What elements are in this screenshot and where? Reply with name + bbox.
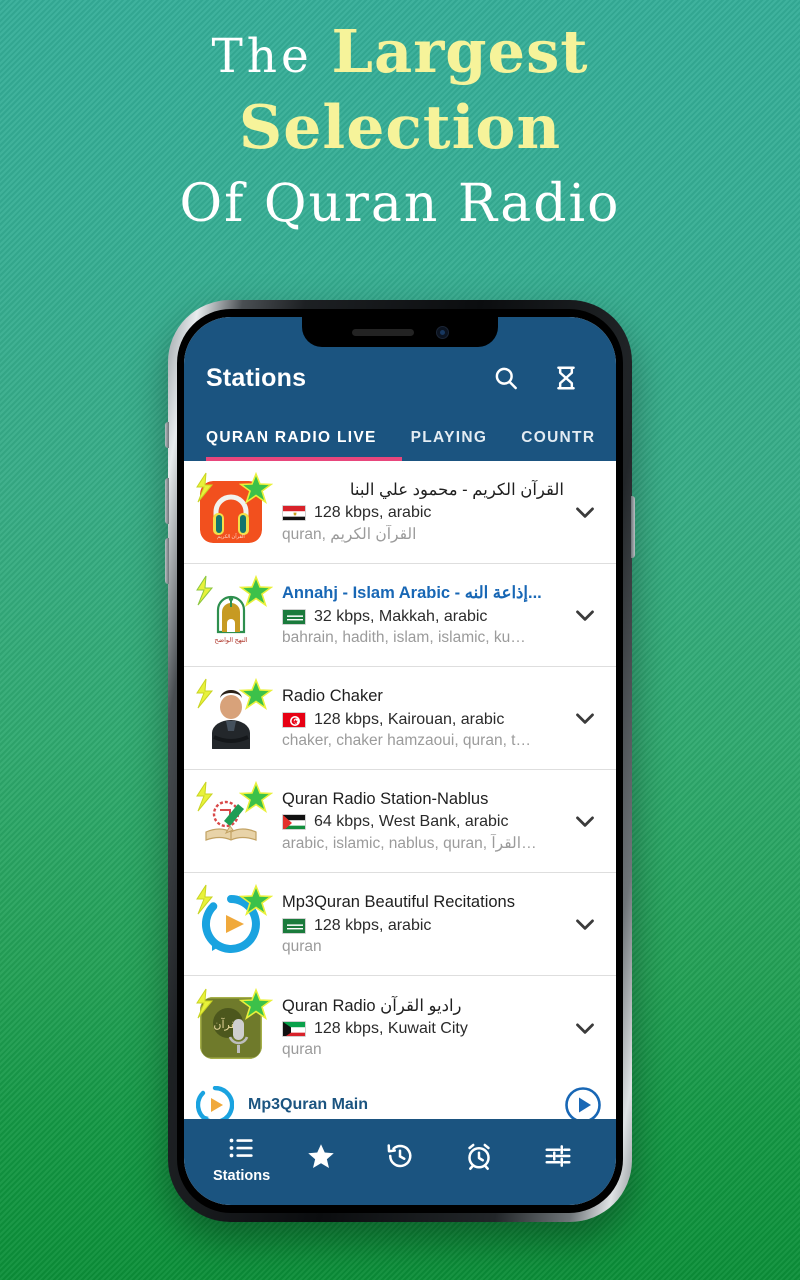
chevron-down-icon[interactable] [570, 703, 600, 733]
station-tags: arabic, islamic, nablus, quran, القرآ… [282, 835, 537, 853]
star-badge-icon [239, 471, 273, 504]
station-thumbnail: النهج الواضح [194, 574, 273, 654]
flag-icon-ps [282, 814, 306, 831]
station-bitrate-location: 128 kbps, arabic [314, 504, 432, 522]
table-row[interactable]: النهج الواضح Annahj - Islam Arabic - إذا… [184, 564, 616, 667]
station-title: Annahj - Islam Arabic - إذاعة النه... [282, 584, 542, 603]
star-icon [308, 1143, 334, 1168]
station-bitrate-location: 128 kbps, Kuwait City [314, 1020, 468, 1038]
chevron-down-icon[interactable] [570, 806, 600, 836]
history-icon [387, 1143, 412, 1167]
tab-bar: QURAN RADIO LIVE PLAYING COUNTRIES [206, 409, 594, 461]
lightning-bolt-badge-icon [196, 988, 214, 1018]
equalizer-icon [545, 1144, 571, 1167]
list-icon [229, 1138, 253, 1157]
tab-playing[interactable]: PLAYING [411, 429, 488, 461]
station-title: Mp3Quran Beautiful Recitations [282, 893, 515, 912]
bottom-navigation: Stations Favorites History [184, 1119, 616, 1205]
station-list: القرآن الكريم القرآن الكريم - محمود علي … [184, 461, 616, 1119]
chevron-down-icon[interactable] [570, 909, 600, 939]
svg-text:القرآن الكريم: القرآن الكريم [217, 533, 245, 540]
svg-text:النهج الواضح: النهج الواضح [214, 636, 247, 644]
station-tags: quran, القرآن الكريم [282, 526, 417, 544]
earpiece-speaker [351, 328, 414, 336]
app-logo-play-icon [196, 1086, 234, 1119]
promo-headline: The Largest Selection Of Quran Radio [0, 22, 800, 230]
station-tags: bahrain, hadith, islam, islamic, ku… [282, 628, 526, 646]
chevron-down-icon[interactable] [570, 1013, 600, 1043]
flag-icon-eg [282, 505, 306, 522]
nav-item-stations[interactable]: Stations [202, 1133, 281, 1184]
station-thumbnail [194, 677, 273, 757]
star-badge-icon [239, 677, 273, 710]
hourglass-icon[interactable] [552, 364, 580, 392]
station-thumbnail [194, 780, 273, 860]
alarm-icon [468, 1143, 490, 1170]
table-row[interactable]: Quran Radio Station-Nablus 64 kbps, West… [184, 770, 616, 873]
nav-item-history[interactable]: History [360, 1141, 439, 1176]
now-playing-bar[interactable]: Mp3Quran Main [184, 1079, 616, 1119]
lightning-bolt-badge-icon [196, 678, 214, 709]
station-title: Quran Radio راديو القرآن [282, 996, 462, 1015]
chevron-down-icon[interactable] [570, 600, 600, 630]
station-bitrate-location: 128 kbps, Kairouan, arabic [314, 710, 505, 728]
table-row[interactable]: Mp3Quran Beautiful Recitations 128 kbps,… [184, 873, 616, 976]
flag-icon-sa [282, 608, 306, 625]
search-icon[interactable] [492, 364, 520, 392]
station-thumbnail [194, 883, 273, 963]
lightning-bolt-badge-icon [196, 575, 214, 606]
station-thumbnail: القرآن [194, 987, 273, 1067]
flag-icon-kw [282, 1021, 306, 1038]
star-badge-icon [239, 574, 273, 607]
nav-item-favorites[interactable]: Favorites [281, 1141, 360, 1176]
nav-item-alarm[interactable]: Alarm [440, 1141, 519, 1176]
flag-icon-tn [282, 711, 306, 728]
phone-screen: Stations QURAN RADIO LIVE PLAYING COUNTR… [184, 317, 616, 1205]
headline-line1-largest: Largest [331, 17, 589, 86]
lightning-bolt-badge-icon [196, 781, 214, 812]
phone-volume-up-button [165, 478, 169, 524]
nav-item-equalizer[interactable]: Equalizer [519, 1141, 598, 1176]
station-tags: quran [282, 1041, 322, 1059]
phone-bezel: Stations QURAN RADIO LIVE PLAYING COUNTR… [177, 309, 623, 1213]
phone-mute-switch [165, 422, 169, 448]
headline-line2: Selection [238, 93, 562, 163]
table-row[interactable]: القرآن الكريم القرآن الكريم - محمود علي … [184, 461, 616, 564]
phone-notch [302, 317, 498, 347]
star-badge-icon [239, 883, 273, 916]
headline-line3: Of Quran Radio [179, 174, 621, 234]
station-tags: chaker, chaker hamzaoui, quran, t… [282, 731, 531, 749]
headline-line1-the: The [211, 29, 313, 84]
tab-countries[interactable]: COUNTRIES [521, 429, 594, 461]
table-row[interactable]: القرآن Quran Radio راديو القرآن 128 kbps… [184, 976, 616, 1079]
station-title: القرآن الكريم - محمود علي البنا [349, 480, 564, 499]
station-bitrate-location: 64 kbps, West Bank, arabic [314, 813, 509, 831]
station-title: Radio Chaker [282, 687, 383, 706]
tab-active-indicator [206, 457, 402, 461]
nav-label-stations: Stations [213, 1167, 271, 1184]
star-badge-icon [239, 987, 273, 1020]
station-tags: quran [282, 937, 322, 955]
now-playing-station-name: Mp3Quran Main [248, 1096, 369, 1113]
phone-power-button [631, 496, 635, 558]
phone-volume-down-button [165, 538, 169, 584]
star-badge-icon [239, 780, 273, 813]
station-bitrate-location: 32 kbps, Makkah, arabic [314, 607, 488, 625]
chevron-down-icon[interactable] [570, 497, 600, 527]
phone-mockup: Stations QURAN RADIO LIVE PLAYING COUNTR… [165, 300, 635, 1222]
page-title: Stations [206, 363, 307, 392]
table-row[interactable]: Radio Chaker 128 kbps, Kairouan, arabic … [184, 667, 616, 770]
station-bitrate-location: 128 kbps, arabic [314, 916, 432, 934]
lightning-bolt-badge-icon [196, 884, 214, 915]
station-thumbnail: القرآن الكريم [194, 471, 273, 551]
station-title: Quran Radio Station-Nablus [282, 789, 489, 808]
lightning-bolt-badge-icon [196, 472, 214, 503]
play-button[interactable] [564, 1086, 602, 1119]
front-camera [435, 325, 449, 339]
flag-icon-sa [282, 917, 306, 934]
